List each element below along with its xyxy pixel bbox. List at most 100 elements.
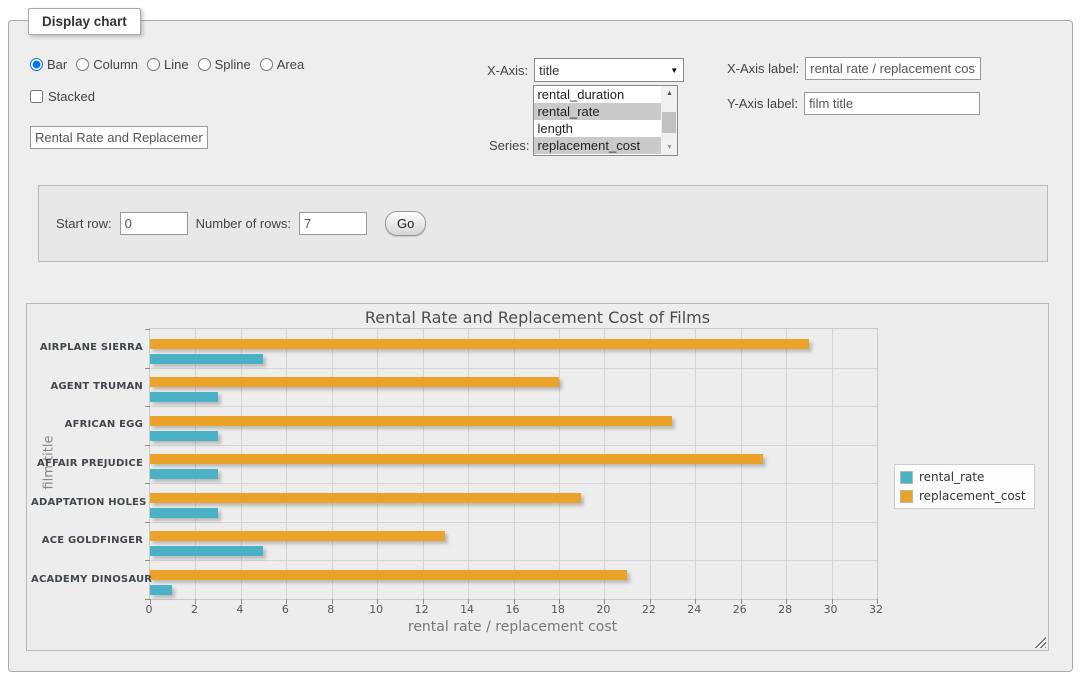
chart-type-radio-bar[interactable] (30, 58, 43, 71)
legend-label: rental_rate (919, 470, 984, 484)
bar-rental_rate (150, 546, 263, 556)
legend-swatch (900, 471, 913, 484)
chart-type-radio-line[interactable] (147, 58, 160, 71)
legend-item: replacement_cost (900, 489, 1026, 503)
x-tick-label: 26 (733, 603, 747, 616)
num-rows-label: Number of rows: (196, 216, 291, 231)
series-scrollbar[interactable]: ▲▼ (661, 86, 677, 155)
num-rows-input[interactable] (299, 212, 367, 235)
x-tick-label: 32 (869, 603, 883, 616)
plot-area (149, 328, 878, 600)
grid-line-vertical (786, 329, 787, 599)
panel-legend: Display chart (28, 8, 141, 35)
chart-container: Rental Rate and Replacement Cost of Film… (26, 303, 1049, 651)
scrollbar-down-icon[interactable]: ▼ (661, 140, 677, 155)
scrollbar-up-icon[interactable]: ▲ (661, 86, 677, 101)
category-label: ACE GOLDFINGER (31, 535, 143, 546)
grid-line-horizontal (150, 406, 877, 407)
series-group: Series: rental_durationrental_ratelength… (489, 85, 678, 156)
bar-replacement_cost (150, 531, 445, 541)
category-label: ACADEMY DINOSAUR (31, 574, 143, 585)
series-option-length[interactable]: length (534, 120, 662, 137)
x-tick-label: 18 (551, 603, 565, 616)
chart-type-radio-spline[interactable] (198, 58, 211, 71)
chart-type-option-line[interactable]: Line (147, 57, 189, 72)
x-tick-label: 0 (146, 603, 153, 616)
bar-replacement_cost (150, 570, 627, 580)
x-axis-select-wrap: title ▼ (534, 58, 684, 82)
y-axis-label-input[interactable] (804, 92, 980, 115)
chart-type-text-spline: Spline (215, 57, 251, 72)
bar-replacement_cost (150, 339, 809, 349)
category-label: AFFAIR PREJUDICE (31, 458, 143, 469)
chart-type-option-area[interactable]: Area (260, 57, 304, 72)
scrollbar-thumb[interactable] (662, 112, 676, 133)
x-axis-label-text: X-Axis: (487, 63, 528, 78)
y-tick-mark (145, 560, 150, 561)
y-tick-mark (145, 599, 150, 600)
bar-rental_rate (150, 585, 172, 595)
chart-type-option-bar[interactable]: Bar (30, 57, 67, 72)
x-tick-label: 2 (191, 603, 198, 616)
bar-replacement_cost (150, 416, 672, 426)
stacked-checkbox[interactable] (30, 90, 43, 103)
y-axis-label-group: Y-Axis label: (727, 92, 980, 115)
bar-rental_rate (150, 431, 218, 441)
y-tick-mark (145, 329, 150, 330)
bar-replacement_cost (150, 454, 763, 464)
x-axis-title: rental rate / replacement cost (149, 619, 876, 635)
chart-legend: rental_rate replacement_cost (894, 464, 1035, 509)
series-label-text: Series: (489, 138, 529, 153)
y-tick-mark (145, 406, 150, 407)
chart-type-text-line: Line (164, 57, 189, 72)
grid-line-horizontal (150, 368, 877, 369)
x-tick-label: 14 (460, 603, 474, 616)
x-axis-label-input[interactable] (805, 57, 981, 80)
go-button[interactable]: Go (385, 211, 426, 236)
start-row-label: Start row: (56, 216, 112, 231)
chart-type-text-bar: Bar (47, 57, 67, 72)
x-axis-label-group: X-Axis label: (727, 57, 981, 80)
x-tick-label: 28 (778, 603, 792, 616)
page: Display chart Bar Column Line Spline Area St… (0, 0, 1081, 681)
chart-title: Rental Rate and Replacement Cost of Film… (27, 308, 1048, 327)
grid-line-horizontal (150, 522, 877, 523)
grid-line-horizontal (150, 445, 877, 446)
chart-type-radio-column[interactable] (76, 58, 89, 71)
x-tick-label: 30 (824, 603, 838, 616)
x-tick-label: 10 (369, 603, 383, 616)
resize-handle-icon[interactable] (1033, 635, 1046, 648)
bar-replacement_cost (150, 493, 581, 503)
series-listbox[interactable]: rental_durationrental_ratelengthreplacem… (533, 85, 678, 156)
y-axis-label-caption: Y-Axis label: (727, 96, 798, 111)
series-option-rental_rate[interactable]: rental_rate (534, 103, 662, 120)
series-option-rental_duration[interactable]: rental_duration (534, 86, 662, 103)
x-tick-label: 12 (415, 603, 429, 616)
x-tick-label: 24 (687, 603, 701, 616)
category-label: ADAPTATION HOLES (31, 497, 143, 508)
stacked-group: Stacked (30, 89, 95, 104)
bar-rental_rate (150, 354, 263, 364)
x-tick-label: 22 (642, 603, 656, 616)
grid-line-vertical (832, 329, 833, 599)
bar-rental_rate (150, 469, 218, 479)
chart-type-text-column: Column (93, 57, 138, 72)
grid-line-horizontal (150, 560, 877, 561)
series-option-replacement_cost[interactable]: replacement_cost (534, 137, 662, 154)
legend-label: replacement_cost (919, 489, 1026, 503)
category-label: AFRICAN EGG (31, 419, 143, 430)
row-range-box: Start row: Number of rows: Go (38, 185, 1048, 262)
category-label: AIRPLANE SIERRA (31, 342, 143, 353)
x-tick-label: 4 (236, 603, 243, 616)
grid-line-horizontal (150, 483, 877, 484)
x-axis-group: X-Axis: title ▼ (487, 58, 684, 82)
x-axis-select[interactable]: title (534, 58, 684, 82)
y-tick-mark (145, 368, 150, 369)
chart-type-option-spline[interactable]: Spline (198, 57, 251, 72)
chart-type-option-column[interactable]: Column (76, 57, 138, 72)
chart-type-radio-area[interactable] (260, 58, 273, 71)
bar-rental_rate (150, 392, 218, 402)
chart-title-input[interactable] (30, 126, 208, 149)
start-row-input[interactable] (120, 212, 188, 235)
chart-type-radios: Bar Column Line Spline Area (30, 57, 304, 72)
